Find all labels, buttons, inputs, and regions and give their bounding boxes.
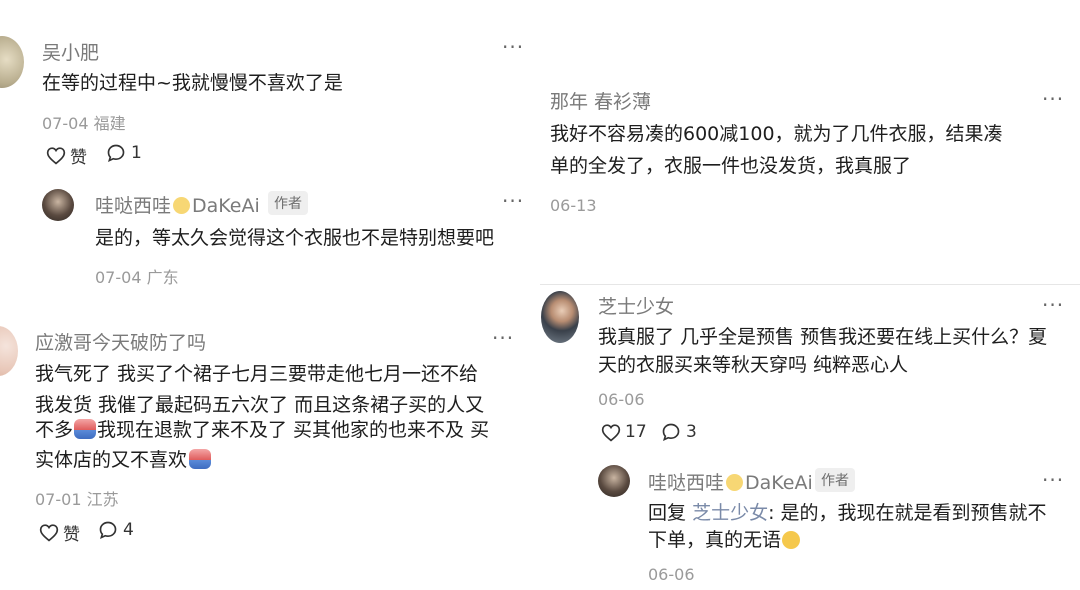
- author-avatar[interactable]: [42, 189, 74, 221]
- comment-text-line: 实体店的又不喜欢: [35, 444, 212, 476]
- like-label: 赞: [70, 148, 87, 168]
- comment-meta: 06-13: [550, 196, 597, 215]
- grimace-emoji-icon: [189, 449, 212, 469]
- comment-bubble-icon: [99, 521, 117, 540]
- reply-text: 是的，等太久会觉得这个衣服也不是特别想要吧: [95, 227, 495, 249]
- reply-meta: 06-06: [648, 565, 695, 584]
- mention-link[interactable]: 芝士少女: [692, 502, 768, 524]
- comment-meta: 07-04 福建: [42, 114, 126, 133]
- reply-text-line: 下单，真的无语: [648, 524, 801, 556]
- reply-count: 1: [131, 143, 142, 163]
- comment-bubble-icon: [107, 144, 125, 163]
- like-count: 17: [625, 422, 647, 442]
- reply-meta: 07-04 广东: [95, 268, 179, 287]
- more-options-button[interactable]: ···: [492, 328, 514, 348]
- more-options-button[interactable]: ···: [1042, 89, 1064, 109]
- comment-text-line: 单的全发了，衣服一件也没发货，我真服了: [550, 155, 912, 177]
- heart-icon: [39, 524, 59, 542]
- comment-text-line: 我好不容易凑的600减100，就为了几件衣服，结果凑: [550, 123, 1003, 145]
- more-dots-icon: ···: [1042, 468, 1065, 492]
- comment-meta: 06-06: [598, 390, 645, 409]
- avatar[interactable]: [541, 291, 579, 343]
- avatar[interactable]: [0, 36, 24, 88]
- author-tag: 作者: [815, 468, 855, 492]
- reply-count-button[interactable]: 4: [98, 520, 134, 540]
- smiley-emoji-icon: [173, 197, 191, 214]
- avatar[interactable]: [0, 326, 18, 376]
- more-dots-icon: ···: [502, 189, 525, 213]
- reply-count: 4: [123, 520, 134, 540]
- reply-count-button[interactable]: 3: [661, 422, 697, 442]
- reply-username[interactable]: 哇哒西哇 DaKeAi: [95, 191, 260, 218]
- like-label: 赞: [63, 525, 80, 545]
- more-dots-icon: ···: [1042, 87, 1065, 111]
- section-divider: [540, 284, 1080, 285]
- comment-username[interactable]: 芝士少女: [598, 292, 674, 319]
- comment-text: 在等的过程中~我就慢慢不喜欢了是: [42, 72, 343, 94]
- author-tag: 作者: [268, 191, 308, 215]
- comment-meta: 07-01 江苏: [35, 490, 119, 509]
- comment-text-line: 不多 我现在退款了来不及了 买其他家的也来不及 买: [35, 419, 490, 441]
- comment-username[interactable]: 吴小肥: [42, 38, 99, 65]
- heart-icon: [601, 423, 621, 441]
- comment-username[interactable]: 那年 春衫薄: [550, 87, 651, 114]
- smiley-emoji-icon: [726, 474, 744, 491]
- more-options-button[interactable]: ···: [502, 191, 524, 211]
- author-avatar[interactable]: [598, 465, 630, 497]
- grimace-emoji-icon: [74, 419, 97, 439]
- more-dots-icon: ···: [492, 326, 515, 350]
- comment-username[interactable]: 应激哥今天破防了吗: [35, 328, 206, 355]
- more-options-button[interactable]: ···: [1042, 470, 1064, 490]
- reply-count: 3: [686, 422, 697, 442]
- more-options-button[interactable]: ···: [1042, 295, 1064, 315]
- comment-text-line: 我气死了 我买了个裙子七月三要带走他七月一还不给: [35, 363, 479, 385]
- heart-icon: [46, 147, 66, 165]
- reply-count-button[interactable]: 1: [106, 143, 142, 163]
- more-options-button[interactable]: ···: [502, 37, 524, 57]
- comment-bubble-icon: [662, 423, 680, 442]
- sweat-emoji-icon: [782, 531, 801, 549]
- more-dots-icon: ···: [1042, 293, 1065, 317]
- like-button[interactable]: 赞: [39, 520, 80, 545]
- reply-username[interactable]: 哇哒西哇 DaKeAi: [648, 468, 813, 495]
- like-button[interactable]: 赞: [46, 143, 87, 168]
- more-dots-icon: ···: [502, 35, 525, 59]
- comment-text-line: 天的衣服买来等秋天穿吗 纯粹恶心人: [598, 354, 909, 376]
- like-button[interactable]: 17: [601, 422, 647, 442]
